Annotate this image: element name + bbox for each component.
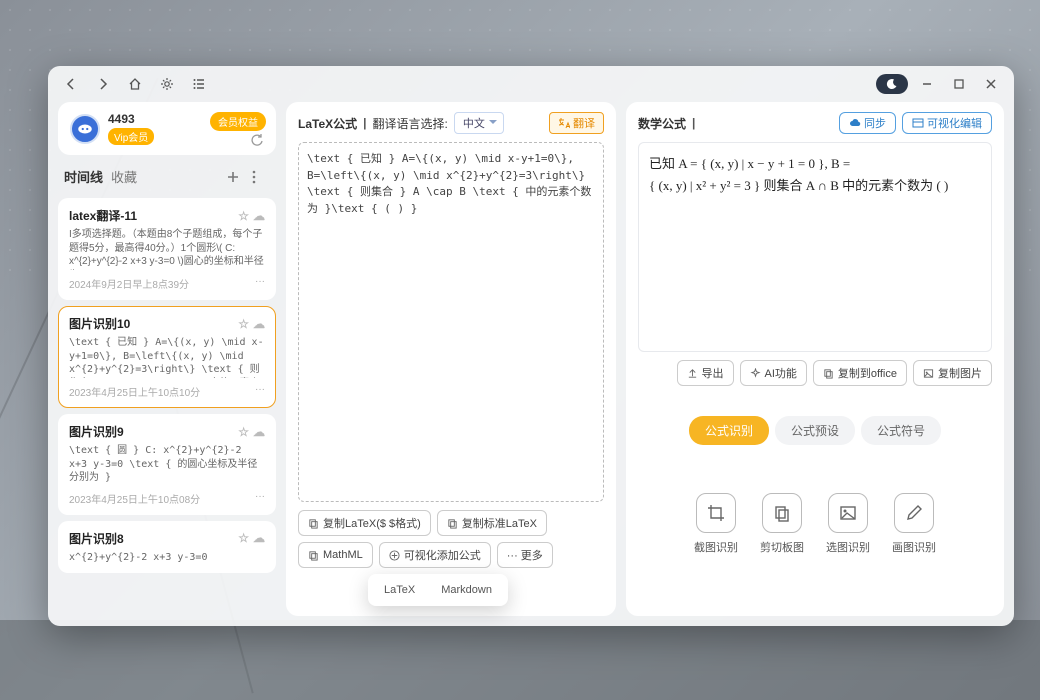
plus-circle-icon (389, 550, 400, 561)
copy-latex-button[interactable]: 复制LaTeX($ $格式) (298, 510, 431, 536)
math-heading: 数学公式 (638, 115, 686, 132)
timeline-cards: latex翻译-11 ☆ ☁ I多项选择题。（本题由8个子题组成，每个子题得5分… (58, 198, 276, 573)
tool-clipboard[interactable]: 剪切板图 (760, 493, 804, 555)
list-button[interactable] (186, 71, 212, 97)
popup-latex[interactable]: LaTeX (374, 580, 425, 600)
maximize-button[interactable] (946, 71, 972, 97)
avatar[interactable] (70, 114, 100, 144)
cloud-icon[interactable]: ☁ (253, 531, 265, 545)
timeline-card-active[interactable]: 图片识别10 ☆ ☁ \text { 已知 } A=\{(x, y) \mid … (58, 306, 276, 408)
copy-icon (308, 550, 319, 561)
sparkle-icon (750, 368, 761, 379)
lang-select[interactable]: 中文 (454, 112, 504, 134)
crop-icon (706, 503, 726, 523)
card-title: 图片识别9 (69, 423, 124, 440)
nav-forward-button[interactable] (90, 71, 116, 97)
more-popup: LaTeX Markdown (368, 574, 508, 606)
pencil-icon (904, 503, 924, 523)
lang-label: 翻译语言选择: (372, 115, 447, 132)
seg-recognize[interactable]: 公式识别 (689, 416, 769, 445)
more-button[interactable]: ··· 更多 (497, 542, 553, 568)
sync-button[interactable]: 同步 (839, 112, 896, 134)
star-icon[interactable]: ☆ (238, 209, 249, 223)
add-icon[interactable] (226, 170, 244, 184)
user-card: 4493 Vip会员 会员权益 (58, 102, 276, 155)
tab-favorites[interactable]: 收藏 (111, 167, 137, 186)
seg-symbol[interactable]: 公式符号 (861, 416, 941, 445)
star-icon[interactable]: ☆ (238, 317, 249, 331)
copy-office-button[interactable]: 复制到office (813, 360, 907, 386)
tab-timeline[interactable]: 时间线 (64, 167, 103, 186)
member-badge[interactable]: 会员权益 (210, 112, 266, 131)
copy-std-latex-button[interactable]: 复制标准LaTeX (437, 510, 547, 536)
latex-heading: LaTeX公式 (298, 115, 357, 132)
card-body: I多项选择题。（本题由8个子题组成，每个子题得5分，最高得40分。）1个圆形\(… (69, 228, 265, 270)
visual-edit-button[interactable]: 可视化编辑 (902, 112, 992, 134)
theme-toggle[interactable] (876, 74, 908, 94)
segmented-control: 公式识别 公式预设 公式符号 (638, 416, 992, 445)
card-title: latex翻译-11 (69, 207, 137, 224)
card-body: \text { 圆 } C: x^{2}+y^{2}-2 x+3 y-3=0 \… (69, 444, 265, 485)
settings-button[interactable] (154, 71, 180, 97)
card-time: 2023年4月25日上午10点08分 (69, 491, 200, 506)
clipboard-icon (772, 503, 792, 523)
timeline-card[interactable]: 图片识别9 ☆ ☁ \text { 圆 } C: x^{2}+y^{2}-2 x… (58, 414, 276, 515)
export-button[interactable]: 导出 (677, 360, 734, 386)
timeline-head: 时间线 收藏 (58, 163, 276, 190)
math-panel: 数学公式 | 同步 可视化编辑 已知 A = { (x, y) | x − y … (626, 102, 1004, 616)
cloud-icon (849, 117, 861, 129)
dots-icon[interactable]: ··· (255, 276, 265, 291)
mathml-button[interactable]: MathML (298, 542, 373, 568)
translate-icon (558, 117, 570, 129)
popup-markdown[interactable]: Markdown (431, 580, 502, 600)
tool-select-image[interactable]: 选图识别 (826, 493, 870, 555)
app-window: 4493 Vip会员 会员权益 时间线 收藏 latex翻译-11 (48, 66, 1014, 626)
titlebar (48, 66, 1014, 102)
latex-panel: LaTeX公式 | 翻译语言选择: 中文 翻译 \text { 已知 } A=\… (286, 102, 616, 616)
cloud-icon[interactable]: ☁ (253, 425, 265, 439)
home-button[interactable] (122, 71, 148, 97)
refresh-icon[interactable] (250, 133, 264, 147)
copy-icon (823, 368, 834, 379)
seg-preset[interactable]: 公式预设 (775, 416, 855, 445)
copy-image-button[interactable]: 复制图片 (913, 360, 992, 386)
nav-back-button[interactable] (58, 71, 84, 97)
copy-icon (308, 518, 319, 529)
vip-tag: Vip会员 (108, 128, 154, 145)
ai-button[interactable]: AI功能 (740, 360, 807, 386)
dots-icon[interactable]: ··· (255, 491, 265, 506)
card-body: x^{2}+y^{2}-2 x+3 y-3=0 (69, 551, 265, 565)
copy-icon (447, 518, 458, 529)
close-button[interactable] (978, 71, 1004, 97)
card-body: \text { 已知 } A=\{(x, y) \mid x-y+1=0\}, … (69, 336, 265, 378)
star-icon[interactable]: ☆ (238, 425, 249, 439)
edit-icon (912, 117, 924, 129)
minimize-button[interactable] (914, 71, 940, 97)
visual-add-button[interactable]: 可视化添加公式 (379, 542, 491, 568)
math-display: 已知 A = { (x, y) | x − y + 1 = 0 }, B = {… (638, 142, 992, 352)
cloud-icon[interactable]: ☁ (253, 209, 265, 223)
image-icon (923, 368, 934, 379)
image-icon (838, 503, 858, 523)
timeline-card[interactable]: latex翻译-11 ☆ ☁ I多项选择题。（本题由8个子题组成，每个子题得5分… (58, 198, 276, 300)
cloud-icon[interactable]: ☁ (253, 317, 265, 331)
card-time: 2024年9月2日早上8点39分 (69, 276, 189, 291)
upload-icon (687, 368, 698, 379)
star-icon[interactable]: ☆ (238, 531, 249, 545)
timeline-card[interactable]: 图片识别8 ☆ ☁ x^{2}+y^{2}-2 x+3 y-3=0 (58, 521, 276, 574)
tool-screenshot[interactable]: 截图识别 (694, 493, 738, 555)
card-title: 图片识别8 (69, 530, 124, 547)
dots-icon[interactable]: ··· (255, 384, 265, 399)
latex-textarea[interactable]: \text { 已知 } A=\{(x, y) \mid x-y+1=0\}, … (298, 142, 604, 502)
left-panel: 4493 Vip会员 会员权益 时间线 收藏 latex翻译-11 (58, 102, 276, 616)
user-name: 4493 (108, 112, 154, 126)
tool-draw[interactable]: 画图识别 (892, 493, 936, 555)
tool-row: 截图识别 剪切板图 选图识别 画图识别 (638, 493, 992, 555)
card-title: 图片识别10 (69, 315, 130, 332)
translate-button[interactable]: 翻译 (549, 112, 604, 134)
more-icon[interactable] (252, 170, 270, 184)
card-time: 2023年4月25日上午10点10分 (69, 384, 200, 399)
